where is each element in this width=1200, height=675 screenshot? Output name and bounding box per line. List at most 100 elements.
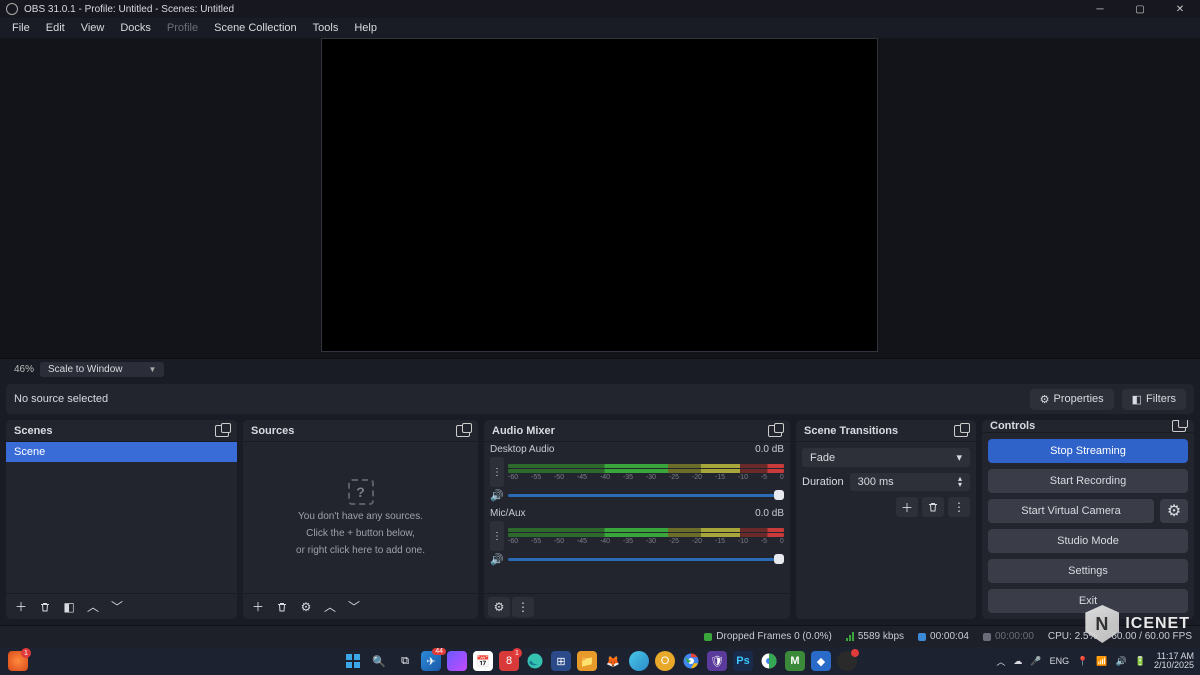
menu-view[interactable]: View [73, 20, 113, 36]
edge-icon[interactable] [525, 651, 545, 671]
obs-taskbar-icon[interactable] [837, 651, 857, 671]
mixer-menu-button[interactable]: ⋮ [512, 597, 534, 617]
popout-icon[interactable] [456, 425, 470, 437]
scene-down-button[interactable]: ﹀ [106, 597, 128, 617]
add-source-button[interactable]: ＋ [247, 597, 269, 617]
close-button[interactable]: ✕ [1160, 0, 1200, 18]
virtual-camera-settings-button[interactable]: ⚙ [1160, 499, 1188, 523]
scene-item[interactable]: Scene [6, 442, 237, 462]
tray-chevron-icon[interactable]: ︿ [996, 655, 1005, 668]
scene-filters-button[interactable]: ◧ [58, 597, 80, 617]
menu-edit[interactable]: Edit [38, 20, 73, 36]
remove-transition-button[interactable] [922, 497, 944, 517]
taskbar-app-icon[interactable] [759, 651, 779, 671]
volume-slider[interactable] [508, 494, 784, 497]
sources-title: Sources [251, 425, 294, 437]
status-rec-time: 00:00:00 [983, 631, 1034, 642]
chrome-icon[interactable] [681, 651, 701, 671]
remove-source-button[interactable] [271, 597, 293, 617]
popout-icon[interactable] [1172, 420, 1186, 432]
channel-name: Mic/Aux [490, 508, 526, 519]
obs-logo-icon [6, 3, 18, 15]
taskbar-app-icon[interactable]: 81 [499, 651, 519, 671]
taskbar-app-icon[interactable]: ⊞ [551, 651, 571, 671]
volume-icon[interactable]: 🔊 [1116, 656, 1127, 667]
taskbar-app-icon[interactable]: 📅 [473, 651, 493, 671]
menu-profile[interactable]: Profile [159, 20, 206, 36]
microphone-icon[interactable]: 🎤 [1030, 656, 1041, 667]
audio-meter: -60-55-50-45-40-35-30-25-20-15-10-50 [508, 464, 784, 481]
mixer-advanced-button[interactable]: ⚙ [488, 597, 510, 617]
properties-button[interactable]: ⚙ Properties [1030, 389, 1114, 410]
source-down-button[interactable]: ﹀ [343, 597, 365, 617]
virtual-camera-button[interactable]: Start Virtual Camera [988, 499, 1154, 523]
source-selection-label: No source selected [14, 393, 1022, 405]
maximize-button[interactable]: ▢ [1120, 0, 1160, 18]
source-up-button[interactable]: ︿ [319, 597, 341, 617]
taskbar-app-icon[interactable] [447, 651, 467, 671]
popout-icon[interactable] [954, 425, 968, 437]
add-transition-button[interactable]: ＋ [896, 497, 918, 517]
zoom-mode-select[interactable]: Scale to Window ▼ [40, 362, 164, 377]
settings-button[interactable]: Settings [988, 559, 1188, 583]
taskbar-clock[interactable]: 11:17 AM 2/10/2025 [1154, 652, 1194, 671]
preview-canvas[interactable] [321, 38, 878, 352]
transition-select[interactable]: Fade ▾ [802, 448, 970, 467]
minimize-button[interactable]: ─ [1080, 0, 1120, 18]
volume-slider[interactable] [508, 558, 784, 561]
search-icon[interactable]: 🔍 [369, 651, 389, 671]
source-properties-button[interactable]: ⚙ [295, 597, 317, 617]
mixer-channel: Mic/Aux0.0 dB ⋮ -60-55-50-45-40-35-30-25… [484, 506, 790, 570]
channel-name: Desktop Audio [490, 444, 555, 455]
studio-mode-button[interactable]: Studio Mode [988, 529, 1188, 553]
taskbar[interactable]: 1 🔍 ⧉ ✈44 📅 81 ⊞ 📁 🦊 O 🛡 Ps M ◆ ︿ ☁ 🎤 EN… [0, 647, 1200, 675]
controls-dock: Controls Stop Streaming Start Recording … [982, 420, 1194, 619]
language-indicator[interactable]: ENG [1050, 656, 1070, 666]
location-icon[interactable]: 📍 [1077, 656, 1088, 667]
remove-scene-button[interactable] [34, 597, 56, 617]
scene-up-button[interactable]: ︿ [82, 597, 104, 617]
stop-streaming-button[interactable]: Stop Streaming [988, 439, 1188, 463]
menu-scene-collection[interactable]: Scene Collection [206, 20, 305, 36]
sources-empty-state[interactable]: ? You don't have any sources. Click the … [243, 442, 478, 593]
taskbar-app-icon[interactable]: M [785, 651, 805, 671]
menu-docks[interactable]: Docks [112, 20, 159, 36]
menu-file[interactable]: File [4, 20, 38, 36]
taskbar-app-icon[interactable]: ✈44 [421, 651, 441, 671]
file-explorer-icon[interactable]: 📁 [577, 651, 597, 671]
menu-tools[interactable]: Tools [305, 20, 347, 36]
wifi-icon[interactable]: 📶 [1096, 656, 1107, 667]
preview-area[interactable] [0, 38, 1200, 358]
transition-menu-button[interactable]: ⋮ [948, 497, 970, 517]
task-view-icon[interactable]: ⧉ [395, 651, 415, 671]
taskbar-app-icon[interactable]: O [655, 651, 675, 671]
taskbar-app-icon[interactable]: 🛡 [707, 651, 727, 671]
taskbar-app-icon[interactable] [629, 651, 649, 671]
speaker-icon[interactable]: 🔊 [490, 489, 504, 502]
transitions-dock: Scene Transitions Fade ▾ Duration 300 ms… [796, 420, 976, 619]
transitions-title: Scene Transitions [804, 425, 898, 437]
battery-icon[interactable]: 🔋 [1135, 656, 1146, 667]
channel-level: 0.0 dB [755, 444, 784, 455]
duration-input[interactable]: 300 ms ▴▾ [850, 473, 970, 491]
filters-icon: ◧ [1132, 393, 1142, 406]
taskbar-app-icon[interactable]: ◆ [811, 651, 831, 671]
channel-level: 0.0 dB [755, 508, 784, 519]
menu-help[interactable]: Help [346, 20, 385, 36]
popout-icon[interactable] [768, 425, 782, 437]
firefox-icon[interactable]: 🦊 [603, 651, 623, 671]
spinner-icon[interactable]: ▴▾ [958, 476, 962, 487]
status-dropped-frames: Dropped Frames 0 (0.0%) [704, 631, 832, 642]
channel-menu-button[interactable]: ⋮ [490, 457, 504, 487]
photoshop-icon[interactable]: Ps [733, 651, 753, 671]
taskbar-widget-icon[interactable]: 1 [8, 651, 28, 671]
start-recording-button[interactable]: Start Recording [988, 469, 1188, 493]
channel-menu-button[interactable]: ⋮ [490, 521, 504, 551]
start-button[interactable] [343, 651, 363, 671]
speaker-icon[interactable]: 🔊 [490, 553, 504, 566]
popout-icon[interactable] [215, 425, 229, 437]
status-live-time: 00:00:04 [918, 631, 969, 642]
onedrive-icon[interactable]: ☁ [1013, 656, 1022, 667]
add-scene-button[interactable]: ＋ [10, 597, 32, 617]
filters-button[interactable]: ◧ Filters [1122, 389, 1186, 410]
